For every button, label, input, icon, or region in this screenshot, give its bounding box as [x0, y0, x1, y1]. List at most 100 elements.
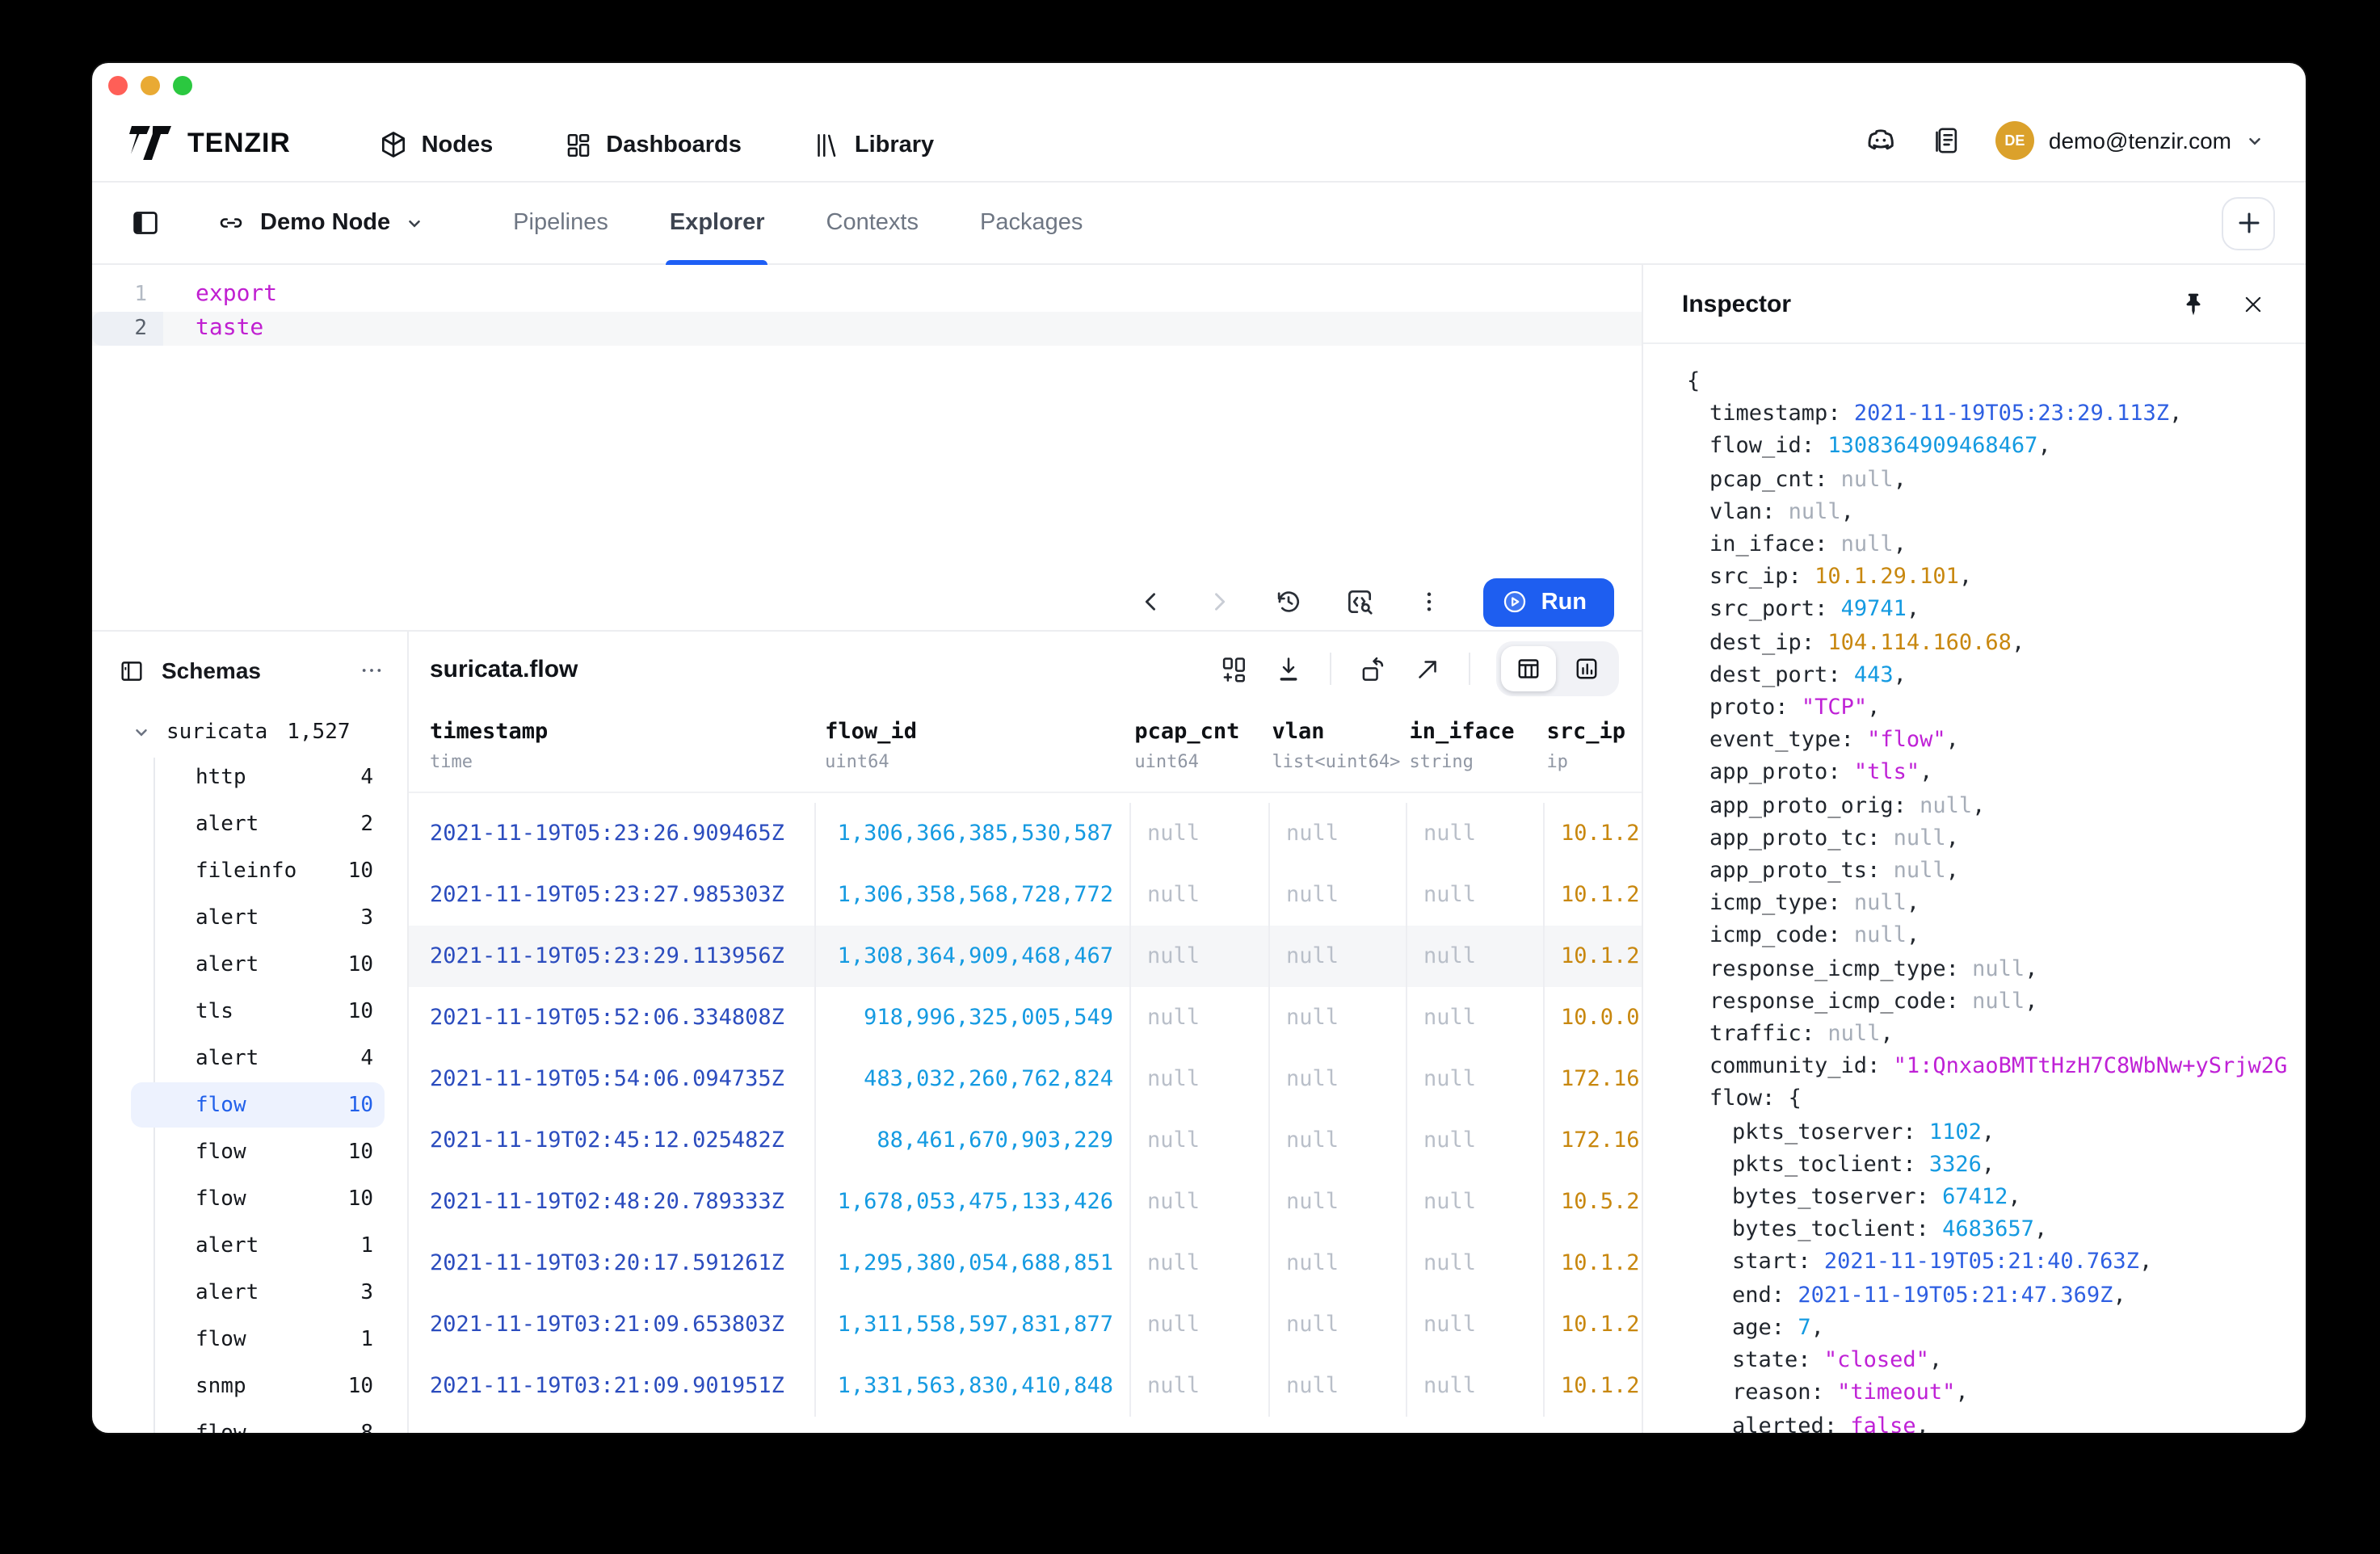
- cell-flow_id[interactable]: 483,032,260,762,824: [816, 1048, 1131, 1110]
- node-selector[interactable]: Demo Node: [217, 208, 423, 237]
- cell-src_ip[interactable]: 10.1.2: [1545, 1355, 1642, 1417]
- cell-vlan[interactable]: null: [1270, 864, 1407, 926]
- column-header-timestamp[interactable]: timestamptime: [409, 719, 809, 772]
- table-row[interactable]: 2021-11-19T03:21:09.901951Z1,331,563,830…: [409, 1355, 1642, 1417]
- close-icon[interactable]: [2241, 292, 2265, 316]
- cell-flow_id[interactable]: 1,308,364,909,468,467: [816, 926, 1131, 987]
- table-row[interactable]: 2021-11-19T05:54:06.094735Z483,032,260,7…: [409, 1048, 1642, 1110]
- cell-src_ip[interactable]: 10.1.2: [1545, 1294, 1642, 1355]
- table-row[interactable]: 2021-11-19T05:23:26.909465Z1,306,366,385…: [409, 803, 1642, 864]
- nav-item-library[interactable]: Library: [813, 130, 934, 159]
- nav-item-nodes[interactable]: Nodes: [378, 129, 494, 160]
- expand-icon[interactable]: [1412, 653, 1443, 684]
- nav-item-dashboards[interactable]: Dashboards: [564, 130, 742, 159]
- cell-vlan[interactable]: null: [1270, 803, 1407, 864]
- more-options-icon[interactable]: [1415, 588, 1443, 615]
- download-icon[interactable]: [1273, 653, 1304, 684]
- cell-timestamp[interactable]: 2021-11-19T02:48:20.789333Z: [409, 1171, 816, 1233]
- schema-item-fileinfo[interactable]: fileinfo10: [131, 848, 385, 893]
- cell-vlan[interactable]: null: [1270, 1294, 1407, 1355]
- cell-flow_id[interactable]: 1,295,380,054,688,851: [816, 1233, 1131, 1294]
- schema-item-alert[interactable]: alert2: [131, 801, 385, 846]
- column-header-in_iface[interactable]: in_ifacestring: [1393, 719, 1530, 772]
- pipeline-editor[interactable]: 1export2taste: [92, 265, 1642, 573]
- cell-in_iface[interactable]: null: [1407, 1294, 1545, 1355]
- cell-vlan[interactable]: null: [1270, 1233, 1407, 1294]
- close-window-icon[interactable]: [108, 76, 128, 95]
- schema-item-snmp[interactable]: snmp10: [131, 1363, 385, 1409]
- cell-flow_id[interactable]: 1,311,558,597,831,877: [816, 1294, 1131, 1355]
- cell-pcap_cnt[interactable]: null: [1131, 1110, 1270, 1171]
- docs-icon[interactable]: [1931, 124, 1963, 157]
- cell-in_iface[interactable]: null: [1407, 1355, 1545, 1417]
- table-row[interactable]: 2021-11-19T05:23:27.985303Z1,306,358,568…: [409, 864, 1642, 926]
- schema-item-flow[interactable]: flow10: [131, 1129, 385, 1174]
- cell-pcap_cnt[interactable]: null: [1131, 926, 1270, 987]
- schema-item-flow[interactable]: flow10: [131, 1176, 385, 1221]
- table-row[interactable]: 2021-11-19T05:23:29.113956Z1,308,364,909…: [409, 926, 1642, 987]
- cell-flow_id[interactable]: 1,306,358,568,728,772: [816, 864, 1131, 926]
- run-button[interactable]: Run: [1483, 578, 1614, 626]
- cell-pcap_cnt[interactable]: null: [1131, 1294, 1270, 1355]
- schema-item-flow[interactable]: flow8: [131, 1410, 385, 1433]
- schema-item-alert[interactable]: alert3: [131, 1270, 385, 1315]
- schema-group-suricata[interactable]: suricata 1,527: [92, 709, 407, 754]
- schema-item-alert[interactable]: alert4: [131, 1035, 385, 1081]
- schema-item-tls[interactable]: tls10: [131, 989, 385, 1034]
- cell-pcap_cnt[interactable]: null: [1131, 864, 1270, 926]
- cell-src_ip[interactable]: 10.1.2: [1545, 926, 1642, 987]
- tab-pipelines[interactable]: Pipelines: [513, 182, 608, 264]
- panel-toggle-icon[interactable]: [129, 207, 162, 239]
- editor-line[interactable]: 1export: [92, 278, 1642, 312]
- copy-pipeline-icon[interactable]: [1357, 653, 1388, 684]
- cell-vlan[interactable]: null: [1270, 1171, 1407, 1233]
- column-header-src_ip[interactable]: src_ipip: [1530, 719, 1642, 772]
- cell-timestamp[interactable]: 2021-11-19T02:45:12.025482Z: [409, 1110, 816, 1171]
- cell-pcap_cnt[interactable]: null: [1131, 1233, 1270, 1294]
- cell-src_ip[interactable]: 10.1.2: [1545, 803, 1642, 864]
- history-icon[interactable]: [1273, 586, 1304, 617]
- cell-src_ip[interactable]: 10.1.2: [1545, 1233, 1642, 1294]
- cell-in_iface[interactable]: null: [1407, 1110, 1545, 1171]
- tab-packages[interactable]: Packages: [980, 182, 1083, 264]
- table-row[interactable]: 2021-11-19T03:21:09.653803Z1,311,558,597…: [409, 1294, 1642, 1355]
- cell-pcap_cnt[interactable]: null: [1131, 1171, 1270, 1233]
- schema-item-flow[interactable]: flow10: [131, 1082, 385, 1128]
- cell-in_iface[interactable]: null: [1407, 1171, 1545, 1233]
- cell-flow_id[interactable]: 1,331,563,830,410,848: [816, 1355, 1131, 1417]
- cell-src_ip[interactable]: 10.5.2: [1545, 1171, 1642, 1233]
- cell-src_ip[interactable]: 172.16: [1545, 1048, 1642, 1110]
- cell-timestamp[interactable]: 2021-11-19T05:54:06.094735Z: [409, 1048, 816, 1110]
- table-row[interactable]: 2021-11-19T02:45:12.025482Z88,461,670,90…: [409, 1110, 1642, 1171]
- tenzir-logo[interactable]: TENZIR: [129, 126, 291, 160]
- cell-in_iface[interactable]: null: [1407, 926, 1545, 987]
- cell-pcap_cnt[interactable]: null: [1131, 1355, 1270, 1417]
- cell-vlan[interactable]: null: [1270, 926, 1407, 987]
- cell-in_iface[interactable]: null: [1407, 1233, 1545, 1294]
- cell-flow_id[interactable]: 1,306,366,385,530,587: [816, 803, 1131, 864]
- column-header-pcap_cnt[interactable]: pcap_cntuint64: [1118, 719, 1255, 772]
- cell-in_iface[interactable]: null: [1407, 803, 1545, 864]
- schema-item-alert[interactable]: alert3: [131, 895, 385, 940]
- code-search-icon[interactable]: [1344, 586, 1375, 617]
- cell-vlan[interactable]: null: [1270, 1355, 1407, 1417]
- discord-icon[interactable]: [1863, 123, 1899, 158]
- editor-line[interactable]: 2taste: [92, 312, 1642, 346]
- table-row[interactable]: 2021-11-19T02:48:20.789333Z1,678,053,475…: [409, 1171, 1642, 1233]
- cell-vlan[interactable]: null: [1270, 1048, 1407, 1110]
- schema-item-alert[interactable]: alert1: [131, 1223, 385, 1268]
- cell-in_iface[interactable]: null: [1407, 864, 1545, 926]
- cell-timestamp[interactable]: 2021-11-19T05:23:27.985303Z: [409, 864, 816, 926]
- column-header-vlan[interactable]: vlanlist<uint64>: [1255, 719, 1393, 772]
- cell-flow_id[interactable]: 918,996,325,005,549: [816, 987, 1131, 1048]
- tab-contexts[interactable]: Contexts: [826, 182, 919, 264]
- back-icon[interactable]: [1137, 588, 1165, 615]
- cell-pcap_cnt[interactable]: null: [1131, 1048, 1270, 1110]
- cell-pcap_cnt[interactable]: null: [1131, 803, 1270, 864]
- cell-in_iface[interactable]: null: [1407, 987, 1545, 1048]
- tab-explorer[interactable]: Explorer: [670, 182, 765, 264]
- panel-left-icon[interactable]: [118, 657, 145, 684]
- cell-timestamp[interactable]: 2021-11-19T05:23:26.909465Z: [409, 803, 816, 864]
- cell-src_ip[interactable]: 172.16: [1545, 1110, 1642, 1171]
- schema-item-alert[interactable]: alert10: [131, 942, 385, 987]
